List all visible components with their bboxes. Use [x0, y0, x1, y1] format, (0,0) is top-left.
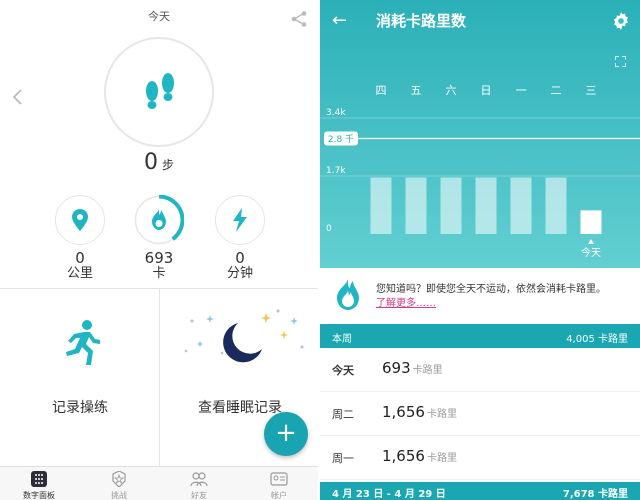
selected-marker: [588, 239, 594, 244]
day-name: 今天: [332, 364, 354, 377]
metric-value: 693: [144, 249, 174, 267]
x-tick-label: 一: [515, 84, 527, 97]
previous-day-chevron-icon[interactable]: [11, 88, 25, 106]
nav-item-dashboard[interactable]: 数字面板: [9, 471, 69, 500]
steps-ring[interactable]: [104, 37, 214, 147]
day-unit: 卡路里: [426, 453, 457, 464]
calories-panel: ← 消耗卡路里数 四 五 六 日 一 二 三 3.4k 1.7k 0 今天 2.8 千 您知道吗？即…: [320, 0, 640, 500]
x-tick-label: 六: [445, 84, 457, 97]
account-card-icon: [270, 472, 288, 486]
chart-bar[interactable]: [580, 210, 602, 234]
x-tick-label: 日: [480, 84, 492, 97]
lightning-icon: [233, 208, 247, 232]
nav-label: 帐户: [271, 491, 287, 500]
chart-bar[interactable]: [405, 177, 427, 234]
metric-distance[interactable]: 0 公里: [50, 195, 110, 295]
week-summary-bar: 本周 4,005 卡路里: [320, 324, 640, 348]
day-value: 1,656: [382, 447, 425, 465]
day-name: 周一: [332, 452, 354, 465]
gear-icon[interactable]: [612, 12, 630, 30]
bottom-nav: 数字面板 挑战 好友 帐户: [0, 466, 318, 500]
page-title: 今天: [148, 10, 170, 23]
steps-unit: 步: [161, 158, 174, 172]
day-value: 693: [382, 359, 411, 377]
day-unit: 卡路里: [412, 365, 443, 376]
x-tick-label: 五: [410, 84, 422, 97]
week-total: 7,678 卡路里: [562, 489, 628, 500]
chart-bar[interactable]: [440, 177, 462, 234]
metric-value: 0: [75, 249, 85, 267]
nav-label: 好友: [191, 491, 207, 500]
flame-icon: [152, 208, 166, 230]
dashboard-icon: [31, 471, 47, 487]
flame-icon: [337, 278, 359, 310]
y-tick-label: 0: [326, 224, 332, 234]
calories-bar-chart: 3.4k 1.7k 0 今天 2.8 千: [320, 108, 640, 259]
day-name: 周二: [332, 408, 354, 421]
back-arrow-icon[interactable]: ←: [332, 10, 347, 31]
goal-label: 2.8 千: [328, 134, 354, 145]
day-row[interactable]: 今天 693 卡路里: [320, 348, 640, 392]
location-pin-icon: [72, 209, 88, 231]
tip-card: 您知道吗？即使您全天不运动，依然会消耗卡路里。 了解更多……: [320, 268, 640, 322]
tip-text: 您知道吗？即使您全天不运动，依然会消耗卡路里。: [376, 284, 606, 295]
nav-item-account[interactable]: 帐户: [249, 471, 309, 500]
day-row[interactable]: 周一 1,656 卡路里: [320, 436, 640, 480]
day-value: 1,656: [382, 403, 425, 421]
dashboard-panel: 今天 0步 0 公里 693 卡 0 分钟 记录操练 查看睡眠记录 + 数字面板…: [0, 0, 318, 500]
moon-stars-icon: [184, 309, 304, 363]
add-button[interactable]: +: [264, 412, 308, 456]
metric-calories[interactable]: 693 卡: [129, 195, 189, 295]
expand-icon[interactable]: [615, 56, 626, 67]
week-label: 本周: [332, 334, 352, 345]
metric-active-minutes[interactable]: 0 分钟: [210, 195, 270, 295]
log-exercise-tile[interactable]: 记录操练: [0, 289, 159, 464]
previous-week-bar[interactable]: 4 月 23 日 - 4 月 29 日 7,678 卡路里: [320, 482, 640, 500]
x-tick-label: 三: [585, 84, 597, 97]
friends-icon: [190, 472, 208, 487]
metric-label: 卡: [152, 266, 166, 281]
day-unit: 卡路里: [426, 409, 457, 420]
nav-item-friends[interactable]: 好友: [169, 471, 229, 500]
footprints-icon: [146, 73, 174, 109]
chart-bar[interactable]: [370, 177, 392, 234]
day-row[interactable]: 周二 1,656 卡路里: [320, 392, 640, 436]
share-icon[interactable]: [290, 10, 308, 28]
learn-more-link[interactable]: 了解更多……: [376, 294, 436, 309]
selected-day-label: 今天: [581, 246, 601, 259]
metric-label: 分钟: [226, 266, 253, 281]
star-badge-icon: [112, 470, 126, 488]
y-tick-label: 3.4k: [326, 108, 346, 118]
week-range: 4 月 23 日 - 4 月 29 日: [332, 489, 446, 500]
running-person-icon: [66, 320, 100, 365]
chart-bar[interactable]: [475, 177, 497, 234]
chart-bar[interactable]: [510, 177, 532, 234]
metric-value: 0: [235, 249, 245, 267]
tile-label: 记录操练: [52, 400, 108, 416]
nav-item-challenges[interactable]: 挑战: [89, 470, 149, 500]
steps-count: 0步: [0, 150, 318, 175]
x-tick-label: 二: [550, 84, 562, 97]
panel-title: 消耗卡路里数: [376, 12, 467, 30]
nav-label: 挑战: [111, 491, 127, 500]
metric-label: 公里: [66, 266, 93, 281]
steps-value: 0: [143, 150, 158, 175]
x-tick-label: 四: [375, 84, 387, 97]
y-tick-label: 1.7k: [326, 166, 346, 176]
week-total: 4,005 卡路里: [566, 334, 628, 345]
nav-label: 数字面板: [23, 491, 55, 500]
chart-bar[interactable]: [545, 177, 567, 234]
